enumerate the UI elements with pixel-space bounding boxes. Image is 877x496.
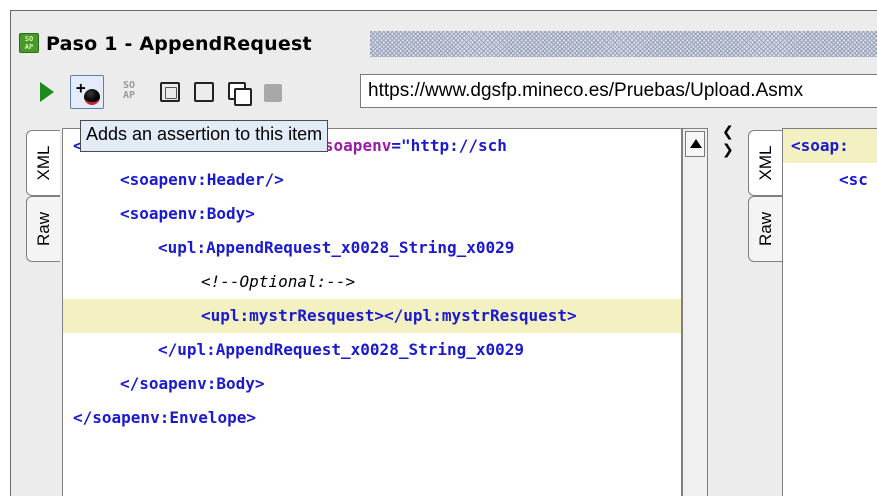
tooltip: Adds an assertion to this item (80, 120, 329, 152)
resize-editor-button[interactable] (160, 82, 180, 102)
code-line: <upl:AppendRequest_x0028_String_x0029 (158, 238, 515, 257)
stop-button[interactable] (264, 84, 282, 102)
copy-button[interactable] (228, 82, 252, 106)
square-button[interactable] (194, 82, 214, 102)
code-line: <sc (839, 170, 868, 189)
code-line-highlighted: <soap: (783, 129, 877, 163)
code-line: </soapenv:Body> (120, 374, 265, 393)
editor-splitter[interactable] (714, 128, 742, 496)
request-xml-editor[interactable]: < s:soapenv="http://sch <soapenv:Header/>… (62, 128, 682, 496)
soapui-request-icon: SO AP (19, 33, 39, 53)
add-assertion-button[interactable]: + (70, 75, 104, 109)
code-line: </soapenv:Envelope> (73, 408, 257, 427)
tab-xml-request[interactable]: XML (26, 130, 60, 196)
response-xml-editor[interactable]: <soap: <sc (782, 128, 877, 496)
scroll-up-arrow-icon[interactable] (685, 131, 705, 157)
code-comment: <!--Optional:--> (201, 272, 356, 291)
code-line: <soapenv:Header/> (120, 170, 284, 189)
soap-icon: SO AP (123, 80, 136, 101)
code-line: <soapenv:Body> (120, 204, 255, 223)
title-bar-drag-area[interactable] (370, 31, 877, 57)
tab-raw-request[interactable]: Raw (26, 196, 60, 262)
collapse-right-icon[interactable]: ❯ (722, 142, 734, 158)
request-vertical-scrollbar[interactable] (682, 128, 708, 496)
run-request-button[interactable] (33, 77, 59, 107)
tab-xml-response[interactable]: XML (748, 130, 782, 196)
endpoint-url-input[interactable]: https://www.dgsfp.mineco.es/Pruebas/Uplo… (360, 74, 877, 108)
window-title: Paso 1 - AppendRequest (46, 33, 312, 55)
add-assertion-icon (84, 89, 100, 105)
collapse-left-icon[interactable]: ❮ (722, 124, 734, 140)
tab-raw-response[interactable]: Raw (748, 196, 782, 262)
code-line-highlighted: <upl:mystrResquest></upl:mystrResquest> (63, 299, 681, 333)
soap-action-button[interactable]: SO AP (122, 77, 148, 107)
code-line: </upl:AppendRequest_x0028_String_x0029 (158, 340, 525, 359)
